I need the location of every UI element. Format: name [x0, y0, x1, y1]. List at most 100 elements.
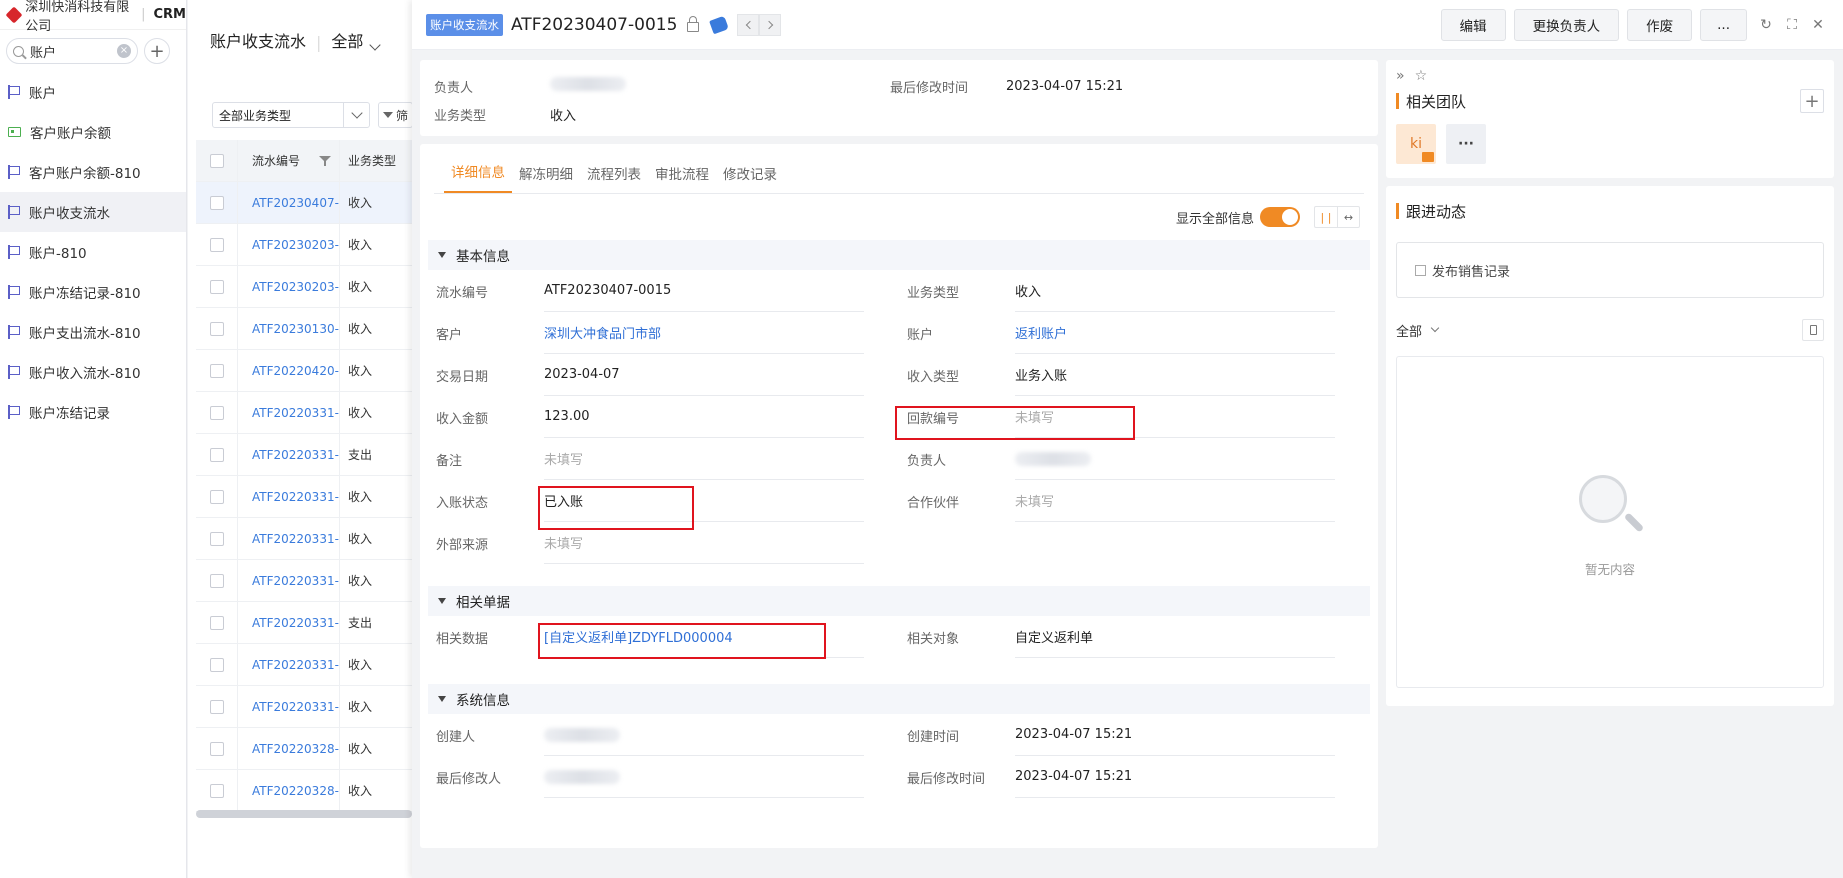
change-owner-button[interactable]: 更换负责人	[1513, 9, 1620, 41]
table-row[interactable]: ATF20220331-0006 收入	[196, 518, 412, 560]
row-checkbox[interactable]	[209, 405, 224, 420]
table-row[interactable]: ATF20230203-0001 收入	[196, 266, 412, 308]
lock-icon[interactable]	[687, 15, 700, 32]
row-checkbox[interactable]	[209, 531, 224, 546]
row-checkbox[interactable]	[209, 237, 224, 252]
list-scope-select[interactable]: 全部	[331, 28, 363, 52]
table-row[interactable]: ATF20220331-0005 收入	[196, 560, 412, 602]
nav-item[interactable]: 账户	[0, 72, 186, 112]
tab-item[interactable]: 详细信息	[444, 161, 512, 193]
row-checkbox[interactable]	[209, 489, 224, 504]
next-record-button[interactable]	[759, 13, 782, 36]
table-row[interactable]: ATF20220331-0008 支出	[196, 434, 412, 476]
chevron-down-icon[interactable]	[1430, 323, 1440, 333]
post-sales-record-button[interactable]: 发布销售记录	[1396, 242, 1824, 298]
table-row[interactable]: ATF20230407-0015 收入	[196, 182, 412, 224]
nav-item-label: 账户收支流水	[29, 206, 110, 222]
table-row[interactable]: ATF20220331-0004 支出	[196, 602, 412, 644]
row-id-link[interactable]: ATF20220331-0007	[238, 476, 340, 517]
nav-item[interactable]: 账户-810	[0, 232, 186, 272]
nav-item[interactable]: 账户收支流水	[0, 192, 186, 232]
table-row[interactable]: ATF20220331-0009 收入	[196, 392, 412, 434]
trend-filter-select[interactable]: 全部	[1396, 321, 1422, 340]
two-column-button[interactable]: | |	[1315, 207, 1337, 227]
row-id-link[interactable]: ATF20220331-0009	[238, 392, 340, 433]
select-all-checkbox[interactable]	[209, 153, 224, 168]
table-row[interactable]: ATF20230130-0001 收入	[196, 308, 412, 350]
table-row[interactable]: ATF20220328-0002 收入	[196, 728, 412, 770]
row-id-link[interactable]: ATF20230130-0001	[238, 308, 340, 349]
row-id-link[interactable]: ATF20220331-0008	[238, 434, 340, 475]
section-system-info[interactable]: 系统信息	[428, 684, 1370, 714]
row-id-link[interactable]: ATF20230203-0002	[238, 224, 340, 265]
table-row[interactable]: ATF20220420-0001 收入	[196, 350, 412, 392]
row-id-link[interactable]: ATF20220328-0002	[238, 728, 340, 769]
nav-item[interactable]: 账户冻结记录-810	[0, 272, 186, 312]
tab-item[interactable]: 修改记录	[716, 163, 784, 193]
row-checkbox[interactable]	[209, 279, 224, 294]
table-row[interactable]: ATF20220331-0003 收入	[196, 644, 412, 686]
edit-button[interactable]: 编辑	[1440, 9, 1506, 41]
show-all-toggle[interactable]	[1260, 207, 1300, 227]
trend-view-button[interactable]	[1802, 319, 1824, 341]
row-id-link[interactable]: ATF20220331-0005	[238, 560, 340, 601]
void-button[interactable]: 作废	[1627, 9, 1693, 41]
collapse-icon[interactable]: »	[1396, 68, 1405, 84]
row-id-link[interactable]: ATF20230203-0001	[238, 266, 340, 307]
row-checkbox[interactable]	[209, 573, 224, 588]
row-checkbox[interactable]	[209, 741, 224, 756]
row-id-link[interactable]: ATF20220331-0002	[238, 686, 340, 727]
row-id-link[interactable]: ATF20220331-0006	[238, 518, 340, 559]
close-icon[interactable]: ✕	[1811, 17, 1825, 33]
row-checkbox[interactable]	[209, 699, 224, 714]
horizontal-scrollbar[interactable]	[196, 810, 412, 818]
table-row[interactable]: ATF20220331-0002 收入	[196, 686, 412, 728]
nav-item[interactable]: 客户账户余额	[0, 112, 186, 152]
tab-item[interactable]: 审批流程	[648, 163, 716, 193]
row-checkbox[interactable]	[209, 615, 224, 630]
nav-item[interactable]: 账户冻结记录	[0, 392, 186, 432]
customer-link[interactable]: 深圳大冲食品门市部	[544, 312, 864, 354]
expand-width-button[interactable]: ↔	[1337, 207, 1359, 227]
row-checkbox[interactable]	[209, 447, 224, 462]
nav-search-input[interactable]	[30, 43, 110, 59]
row-checkbox[interactable]	[209, 195, 224, 210]
tab-item[interactable]: 流程列表	[580, 163, 648, 193]
nav-item[interactable]: 客户账户余额-810	[0, 152, 186, 192]
row-id-link[interactable]: ATF20230407-0015	[238, 182, 340, 223]
pin-icon[interactable]: ☆	[1415, 68, 1428, 84]
table-row[interactable]: ATF20220331-0007 收入	[196, 476, 412, 518]
section-related-docs[interactable]: 相关单据	[428, 586, 1370, 616]
flag-icon	[8, 245, 20, 259]
nav-item[interactable]: 账户支出流水-810	[0, 312, 186, 352]
prev-record-button[interactable]	[737, 13, 760, 36]
row-checkbox[interactable]	[209, 657, 224, 672]
table-row[interactable]: ATF20230203-0002 收入	[196, 224, 412, 266]
clear-search-icon[interactable]: ×	[117, 44, 131, 58]
row-id-link[interactable]: ATF20220331-0003	[238, 644, 340, 685]
more-button[interactable]: ...	[1700, 9, 1747, 41]
row-id-link[interactable]: ATF20220328-0001	[238, 770, 340, 811]
nav-item[interactable]: 账户收入流水-810	[0, 352, 186, 392]
table-row[interactable]: ATF20220328-0001 收入	[196, 770, 412, 812]
business-type-select[interactable]: 全部业务类型	[212, 102, 370, 128]
tag-icon[interactable]	[709, 15, 730, 34]
column-filter-icon[interactable]	[319, 155, 331, 167]
add-member-button[interactable]: +	[1800, 89, 1824, 113]
refresh-icon[interactable]: ↻	[1759, 17, 1773, 33]
account-link[interactable]: 返利账户	[1015, 312, 1335, 354]
member-avatar[interactable]: ki	[1396, 124, 1436, 164]
row-id-link[interactable]: ATF20220331-0004	[238, 602, 340, 643]
add-nav-button[interactable]: +	[144, 38, 170, 64]
fullscreen-icon[interactable]: ⛶	[1785, 17, 1799, 33]
more-members-button[interactable]: ···	[1446, 124, 1486, 164]
row-checkbox[interactable]	[209, 783, 224, 798]
chevron-down-icon[interactable]	[369, 39, 382, 51]
row-checkbox[interactable]	[209, 321, 224, 336]
filter-button[interactable]: 筛	[378, 102, 414, 128]
section-basic-info[interactable]: 基本信息	[428, 240, 1370, 270]
tab-item[interactable]: 解冻明细	[512, 163, 580, 193]
row-id-link[interactable]: ATF20220420-0001	[238, 350, 340, 391]
chevron-down-icon[interactable]	[343, 103, 369, 127]
row-checkbox[interactable]	[209, 363, 224, 378]
